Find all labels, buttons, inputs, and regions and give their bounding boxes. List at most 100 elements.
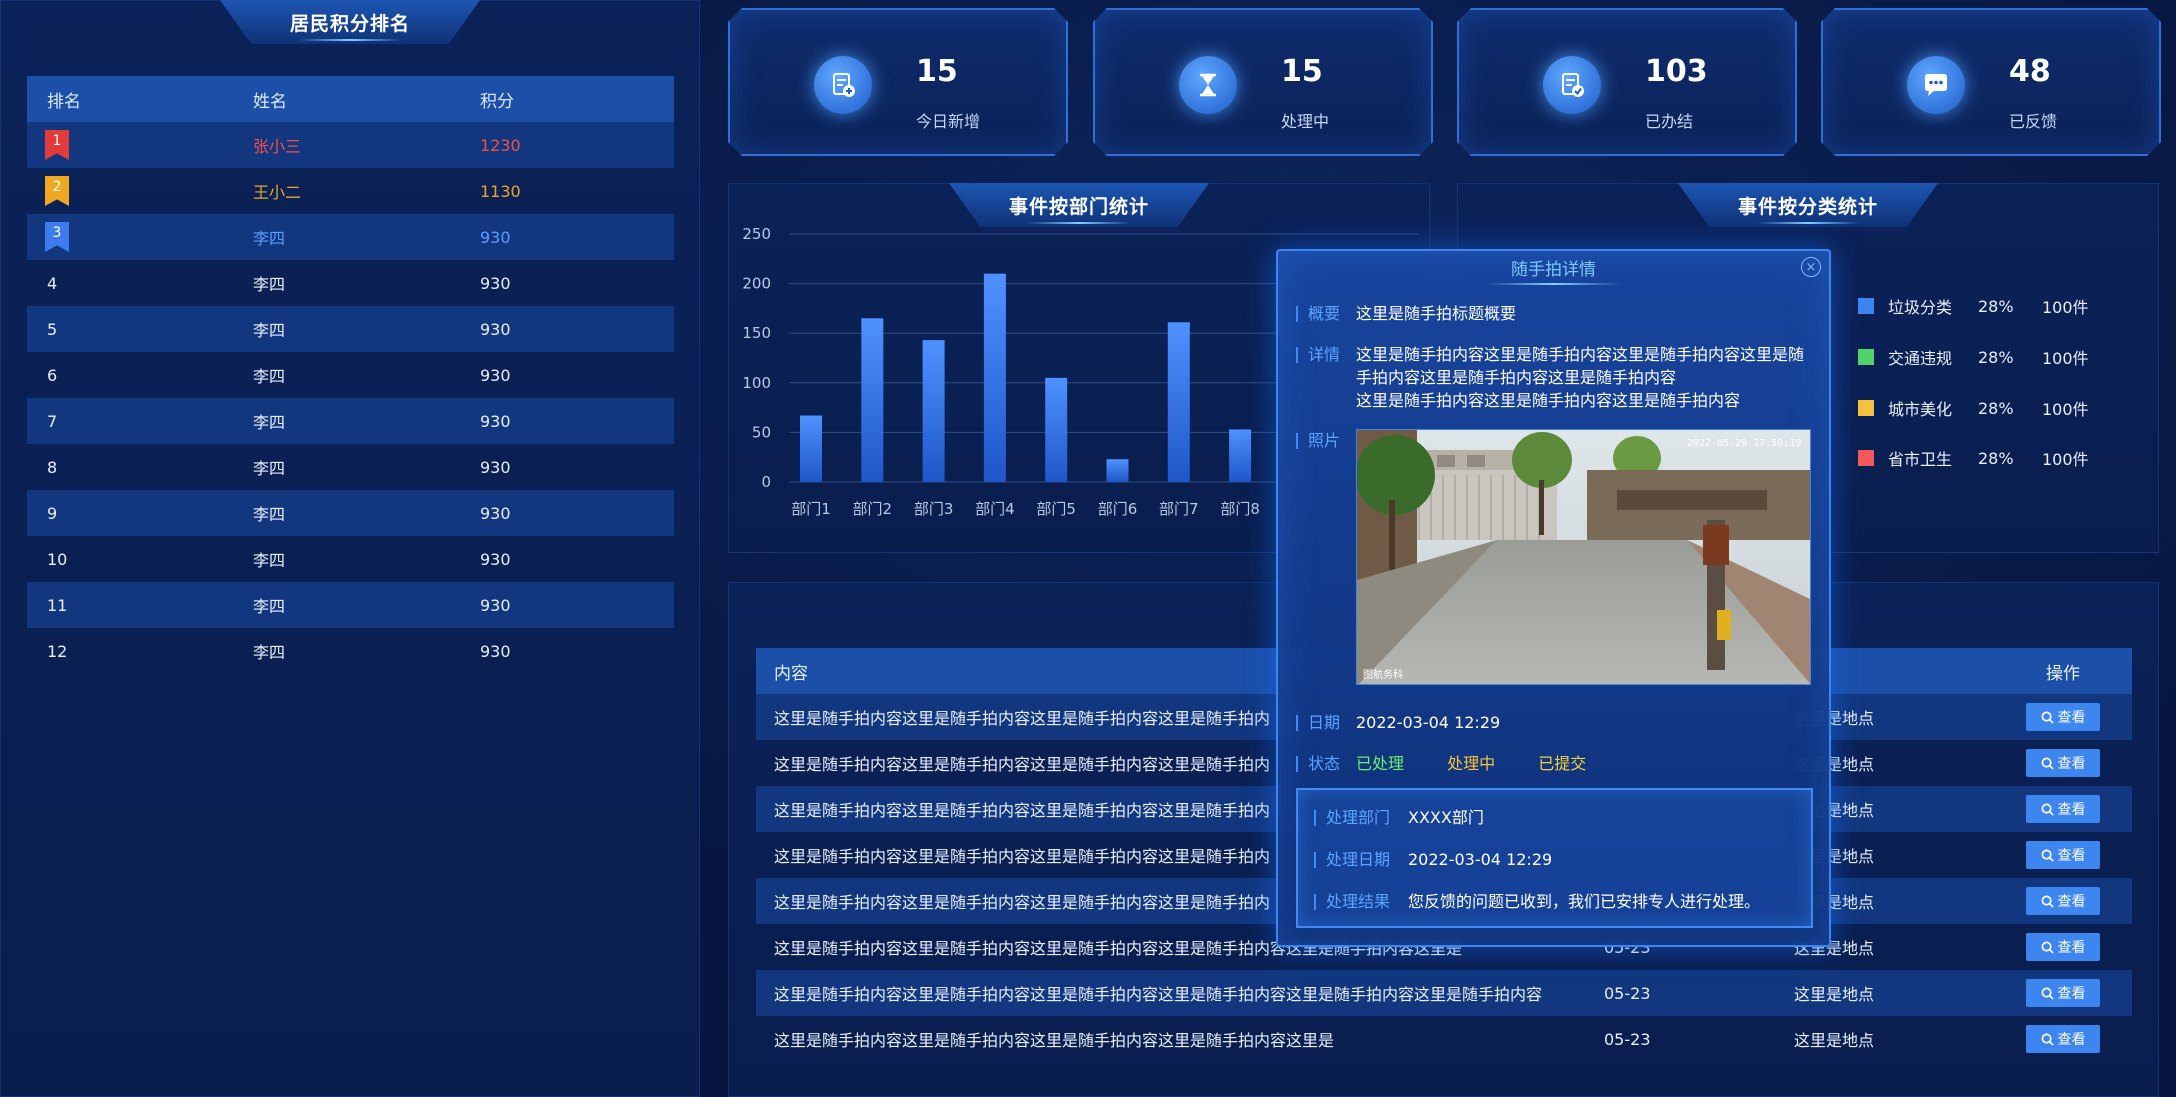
view-button[interactable]: 查看	[2026, 1025, 2100, 1053]
legend-item: 交通违规 28% 100件	[1858, 345, 2089, 369]
event-content: 这里是随手拍内容这里是随手拍内容这里是随手拍内容这里是随手拍内容这里是随手拍内容…	[774, 985, 1543, 1004]
view-button-label: 查看	[2057, 848, 2086, 864]
resident-name: 李四	[253, 505, 286, 524]
view-button-label: 查看	[2057, 802, 2086, 818]
rank-header: 排名	[47, 91, 81, 112]
view-button[interactable]: 查看	[2026, 887, 2100, 915]
x-tick-label: 部门1	[791, 500, 831, 518]
bar[interactable]	[1229, 429, 1252, 482]
resident-rank: 4	[47, 273, 58, 293]
search-icon	[2041, 941, 2054, 954]
y-tick-label: 0	[761, 473, 771, 491]
document-plus-icon	[814, 56, 872, 114]
table-row: 3 李四 930	[27, 214, 674, 260]
close-button[interactable]: ×	[1801, 257, 1821, 277]
legend-percent: 28%	[1978, 296, 2014, 316]
resident-score: 930	[480, 503, 511, 523]
view-button-label: 查看	[2057, 710, 2086, 726]
event-date: 05-23	[1604, 983, 1651, 1003]
y-tick-label: 100	[742, 374, 771, 392]
event-content: 这里是随手拍内容这里是随手拍内容这里是随手拍内容这里是随手拍内容这里是	[774, 1031, 1335, 1050]
legend-swatch	[1858, 298, 1874, 314]
summary-value: 这里是随手拍标题概要	[1356, 304, 1517, 323]
bar[interactable]	[861, 318, 884, 482]
view-button[interactable]: 查看	[2026, 795, 2100, 823]
bar[interactable]	[922, 340, 945, 482]
table-row: 2 王小二 1130	[27, 168, 674, 214]
resident-name: 李四	[253, 321, 286, 340]
stat-card-new-today: 15 今日新增	[728, 8, 1068, 156]
y-tick-label: 250	[742, 225, 771, 243]
legend-name: 城市美化	[1888, 400, 1953, 419]
table-row: 12 李四 930	[27, 628, 674, 674]
handling-dept-label: 处理部门	[1314, 810, 1390, 826]
ranking-panel: 居民积分排名 排名 姓名 积分 1 张小三 1230 2 王小二 1130 3 …	[0, 0, 700, 1097]
view-button[interactable]: 查看	[2026, 979, 2100, 1007]
view-button[interactable]: 查看	[2026, 703, 2100, 731]
status-processing: 处理中	[1447, 754, 1496, 773]
handling-dept-value: XXXX部门	[1408, 808, 1484, 827]
photo-timestamp: 2022-05-29 17:50:19	[1687, 438, 1801, 449]
resident-name: 李四	[253, 275, 286, 294]
handling-date-value: 2022-03-04 12:29	[1408, 850, 1553, 869]
score-header: 积分	[480, 91, 514, 112]
view-button-label: 查看	[2057, 1032, 2086, 1048]
table-row: 这里是随手拍内容这里是随手拍内容这里是随手拍内容这里是随手拍内容这里是随手拍内容…	[756, 970, 2132, 1016]
resident-name: 李四	[253, 597, 286, 616]
legend-swatch	[1858, 400, 1874, 416]
chat-bubble-icon	[1907, 56, 1965, 114]
stat-label: 已反馈	[2009, 112, 2058, 131]
resident-name: 张小三	[253, 137, 302, 156]
bar[interactable]	[1167, 322, 1190, 482]
view-button[interactable]: 查看	[2026, 933, 2100, 961]
resident-score: 930	[480, 273, 511, 293]
view-button-label: 查看	[2057, 756, 2086, 772]
legend-name: 垃圾分类	[1888, 298, 1953, 317]
event-photo[interactable]: 2022-05-29 17:50:19 图航务科	[1356, 429, 1811, 685]
stat-card-feedback: 48 已反馈	[1821, 8, 2161, 156]
handling-date-label: 处理日期	[1314, 852, 1390, 868]
search-icon	[2041, 895, 2054, 908]
resident-rank: 12	[47, 641, 68, 661]
event-date: 05-23	[1604, 1029, 1651, 1049]
legend-percent: 28%	[1978, 448, 2014, 468]
stat-label: 今日新增	[916, 112, 981, 131]
summary-label: 概要	[1296, 306, 1340, 322]
view-button-label: 查看	[2057, 986, 2086, 1002]
status-submitted: 已提交	[1538, 754, 1587, 773]
bar[interactable]	[983, 273, 1006, 482]
stat-label: 处理中	[1281, 112, 1330, 131]
x-tick-label: 部门8	[1220, 500, 1260, 518]
detail-line: 这里是随手拍内容这里是随手拍内容这里是随手拍内容这里是随	[1356, 345, 1805, 364]
view-button[interactable]: 查看	[2026, 841, 2100, 869]
legend-count: 100件	[2042, 400, 2089, 419]
resident-rank: 7	[47, 411, 58, 431]
event-place: 这里是地点	[1794, 1031, 1875, 1050]
rank-badge-third: 3	[45, 222, 69, 252]
view-button-label: 查看	[2057, 894, 2086, 910]
view-button-label: 查看	[2057, 940, 2086, 956]
detail-label: 详情	[1296, 347, 1340, 363]
bar[interactable]	[1045, 377, 1068, 482]
x-tick-label: 部门6	[1098, 500, 1138, 518]
search-icon	[2041, 711, 2054, 724]
resident-name: 李四	[253, 229, 286, 248]
bar[interactable]	[800, 415, 822, 482]
view-button[interactable]: 查看	[2026, 749, 2100, 777]
hourglass-icon	[1179, 56, 1237, 114]
search-icon	[2041, 987, 2054, 1000]
legend-item: 省市卫生 28% 100件	[1858, 446, 2089, 470]
table-row: 6 李四 930	[27, 352, 674, 398]
search-icon	[2041, 1033, 2054, 1046]
table-row: 1 张小三 1230	[27, 122, 674, 168]
x-tick-label: 部门5	[1036, 500, 1076, 518]
stat-value: 15	[916, 54, 958, 89]
stat-label: 已办结	[1645, 112, 1694, 131]
legend-name: 交通违规	[1888, 349, 1953, 368]
bar[interactable]	[1106, 459, 1129, 482]
resident-rank: 11	[47, 595, 68, 615]
detail-value: 这里是随手拍内容这里是随手拍内容这里是随手拍内容这里是随 手拍内容这里是随手拍内…	[1356, 343, 1804, 412]
handling-result-label: 处理结果	[1314, 894, 1390, 910]
y-tick-label: 50	[752, 423, 771, 441]
resident-score: 1230	[480, 135, 521, 155]
